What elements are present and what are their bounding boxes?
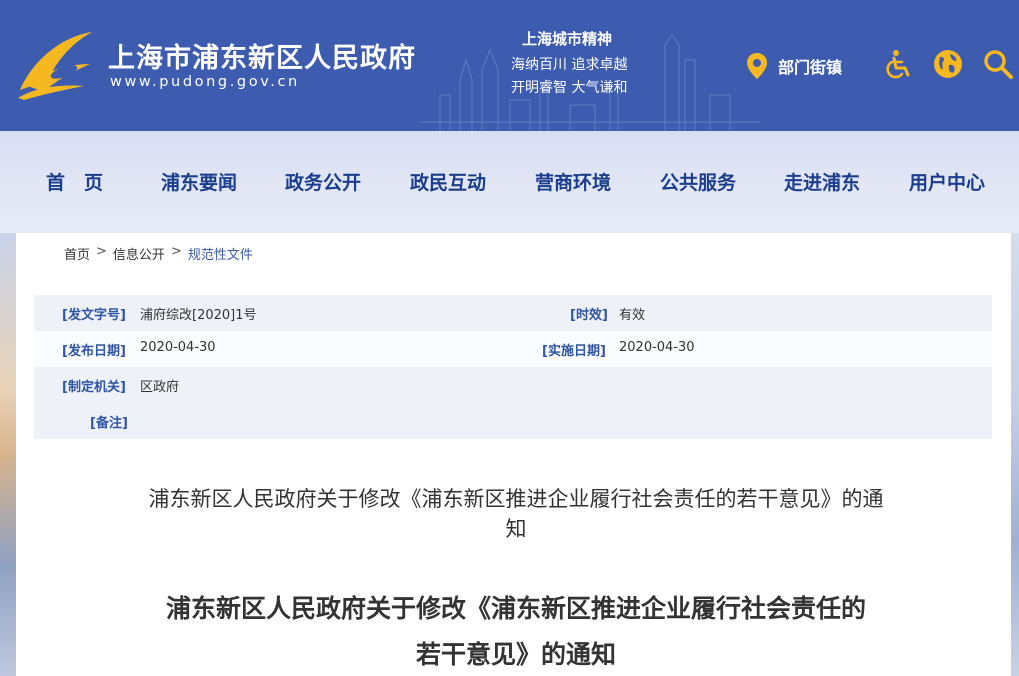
- effective-date-label: [实施日期]: [542, 344, 606, 359]
- breadcrumb-info-disclosure[interactable]: 信息公开: [113, 244, 165, 263]
- breadcrumb-separator: >: [96, 244, 107, 259]
- remark-label: [备注]: [90, 416, 128, 431]
- meta-row: [制定机关] 区政府: [34, 367, 992, 403]
- document-heading: 浦东新区人民政府关于修改《浦东新区推进企业履行社会责任的 若干意见》的通知: [76, 586, 956, 676]
- document-meta-table: [发文字号] 浦府综改[2020]1号 [时效] 有效 [发布日期] 2020-…: [34, 295, 992, 439]
- effective-date-value: 2020-04-30: [619, 340, 695, 355]
- validity-value: 有效: [619, 308, 646, 323]
- globe-icon[interactable]: [932, 48, 964, 80]
- nav-item-home[interactable]: 首 页: [46, 168, 103, 195]
- breadcrumb-current[interactable]: 规范性文件: [188, 244, 253, 263]
- location-pin-icon: [747, 53, 767, 79]
- document-heading-line: 浦东新区人民政府关于修改《浦东新区推进企业履行社会责任的: [165, 594, 866, 623]
- document-title: 浦东新区人民政府关于修改《浦东新区推进企业履行社会责任的若干意见》的通 知: [76, 484, 956, 544]
- issuer-label: [制定机关]: [62, 380, 126, 395]
- city-spirit-line: 海纳百川 追求卓越: [511, 57, 628, 73]
- issuer-value: 区政府: [140, 380, 180, 395]
- doc-number-value: 浦府综改[2020]1号: [140, 308, 257, 323]
- document-title-line: 浦东新区人民政府关于修改《浦东新区推进企业履行社会责任的若干意见》的通: [148, 487, 884, 511]
- nav-item-public-service[interactable]: 公共服务: [660, 168, 736, 195]
- nav-item-business-environment[interactable]: 营商环境: [535, 168, 611, 195]
- breadcrumb-separator: >: [170, 244, 182, 259]
- meta-row: [备注]: [34, 403, 992, 439]
- meta-row: [发布日期] 2020-04-30 [实施日期] 2020-04-30: [34, 331, 992, 367]
- city-spirit-title: 上海城市精神: [522, 30, 613, 48]
- breadcrumb: 首页 > 信息公开 > 规范性文件: [64, 244, 253, 263]
- site-header: 上海市浦东新区人民政府 www.pudong.gov.cn 上海城市精神 海纳百…: [0, 0, 1019, 131]
- doc-number-label: [发文字号]: [62, 308, 126, 323]
- breadcrumb-home[interactable]: 首页: [64, 244, 90, 263]
- accessibility-icon[interactable]: [883, 48, 915, 80]
- nav-item-user-center[interactable]: 用户中心: [909, 168, 985, 195]
- city-spirit-line: 开明睿智 大气谦和: [511, 80, 628, 96]
- nav-item-public-interaction[interactable]: 政民互动: [410, 168, 486, 195]
- document-heading-line: 若干意见》的通知: [415, 640, 616, 669]
- search-icon[interactable]: [982, 48, 1014, 80]
- department-town-label: 部门街镇: [778, 58, 843, 77]
- document-title-line: 知: [505, 517, 527, 541]
- city-background-left: [0, 233, 16, 676]
- site-url: www.pudong.gov.cn: [110, 74, 300, 90]
- department-town-link[interactable]: 部门街镇: [746, 52, 842, 80]
- nav-item-about-pudong[interactable]: 走进浦东: [784, 168, 860, 195]
- main-nav: [0, 131, 1019, 233]
- nav-item-government-affairs[interactable]: 政务公开: [285, 168, 361, 195]
- content-panel: 首页 > 信息公开 > 规范性文件 [发文字号] 浦府综改[2020]1号 [时…: [16, 233, 1011, 676]
- publish-date-value: 2020-04-30: [140, 340, 216, 355]
- validity-label: [时效]: [570, 308, 608, 323]
- publish-date-label: [发布日期]: [62, 344, 126, 359]
- site-title[interactable]: 上海市浦东新区人民政府: [108, 36, 416, 75]
- meta-row: [发文字号] 浦府综改[2020]1号 [时效] 有效: [34, 295, 992, 331]
- pudong-logo-icon: [18, 32, 92, 100]
- nav-item-pudong-news[interactable]: 浦东要闻: [161, 168, 237, 195]
